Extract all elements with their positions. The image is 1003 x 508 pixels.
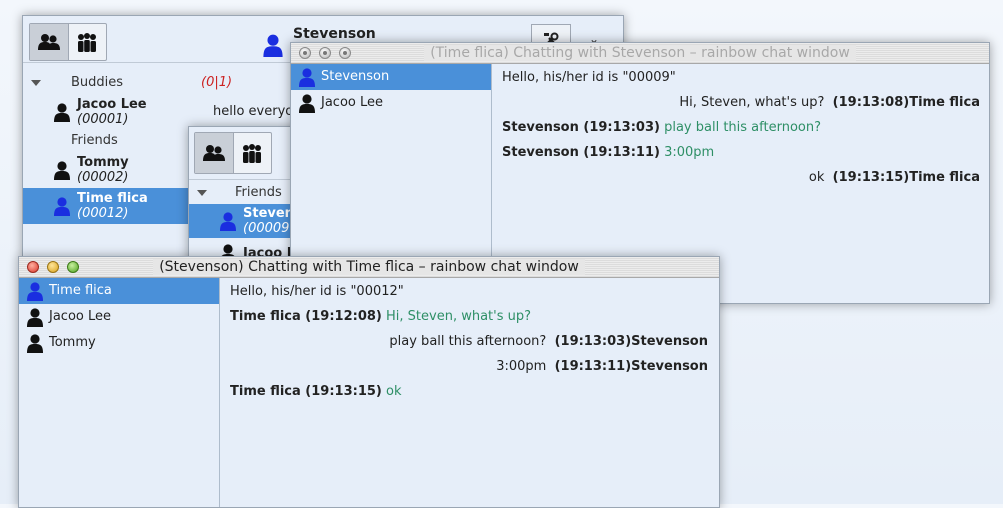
person-icon <box>219 211 237 231</box>
close-button[interactable] <box>27 261 39 273</box>
user-avatar-icon <box>261 33 285 61</box>
group-name: Buddies <box>71 75 124 90</box>
close-button[interactable] <box>299 47 311 59</box>
message-received: Time flica (19:13:15) ok <box>230 383 708 400</box>
message-sent: Hi, Steven, what's up? (19:13:08)Time fl… <box>502 94 980 111</box>
window-controls <box>299 47 351 59</box>
message-text: Hi, Steven, what's up? <box>679 95 825 110</box>
buddy-id: (00012) <box>77 206 129 221</box>
group-count: (0|1) <box>201 75 233 90</box>
person-icon <box>297 93 315 113</box>
person-icon <box>297 67 315 87</box>
groups-view-button[interactable] <box>234 133 272 173</box>
system-line: Hello, his/her id is "00012" <box>230 284 404 299</box>
group-people-icon <box>240 143 264 163</box>
buddy-name: Tommy <box>77 155 129 170</box>
group-people-icon <box>75 32 99 52</box>
person-icon <box>53 160 71 180</box>
person-icon <box>53 102 71 122</box>
group-name: Friends <box>71 133 118 148</box>
message-meta: Stevenson (19:13:03) <box>502 120 660 135</box>
groups-view-button[interactable] <box>69 24 107 60</box>
window-title: (Stevenson) Chatting with Time flica – r… <box>153 259 585 275</box>
person-icon <box>25 333 43 353</box>
chat-window-time-flica: (Stevenson) Chatting with Time flica – r… <box>18 256 720 508</box>
minimize-button[interactable] <box>319 47 331 59</box>
buddy-id: (00009 <box>243 221 290 236</box>
contact-name: Time flica <box>49 283 112 298</box>
contact-item[interactable]: Jacoo Lee <box>291 90 491 116</box>
message-meta: (19:13:15)Time flica <box>832 170 980 185</box>
group-name: Friends <box>235 185 282 200</box>
message-text: 3:00pm <box>496 359 547 374</box>
message-received: Time flica (19:12:08) Hi, Steven, what's… <box>230 308 708 325</box>
contact-name: Stevenson <box>321 69 390 84</box>
message-sent: play ball this afternoon? (19:13:03)Stev… <box>230 333 708 350</box>
message-text: play ball this afternoon? <box>389 334 547 349</box>
system-line: Hello, his/her id is "00009" <box>502 70 676 85</box>
message-text: Hi, Steven, what's up? <box>386 309 532 324</box>
maximize-button[interactable] <box>339 47 351 59</box>
message-text: ok <box>386 384 402 399</box>
title-bar[interactable]: (Stevenson) Chatting with Time flica – r… <box>19 257 719 278</box>
message-meta: (19:13:08)Time flica <box>832 95 980 110</box>
minimize-button[interactable] <box>47 261 59 273</box>
maximize-button[interactable] <box>67 261 79 273</box>
message-text: 3:00pm <box>664 145 715 160</box>
contact-name: Jacoo Lee <box>321 95 383 110</box>
contact-item-selected[interactable]: Time flica <box>19 278 219 304</box>
buddy-id: (00001) <box>77 112 129 127</box>
buddies-view-button[interactable] <box>195 133 234 173</box>
person-icon <box>53 196 71 216</box>
contact-name: Tommy <box>49 335 96 350</box>
message-meta: Stevenson (19:13:11) <box>502 145 660 160</box>
buddy-name: Jacoo Lee <box>77 97 147 112</box>
chat-messages: Hello, his/her id is "00012" Time flica … <box>230 283 708 503</box>
window-title: (Time flica) Chatting with Stevenson – r… <box>424 45 856 61</box>
two-people-icon <box>38 32 60 52</box>
message-sent: 3:00pm (19:13:11)Stevenson <box>230 358 708 375</box>
user-name: Stevenson <box>293 26 376 42</box>
contact-list: Time flica Jacoo Lee Tommy <box>19 278 220 507</box>
expand-triangle-icon[interactable] <box>197 190 207 196</box>
buddy-id: (00002) <box>77 170 129 185</box>
expand-triangle-icon[interactable] <box>31 80 41 86</box>
message-sent: ok (19:13:15)Time flica <box>502 169 980 186</box>
two-people-icon <box>203 143 225 163</box>
title-bar[interactable]: (Time flica) Chatting with Stevenson – r… <box>291 43 989 64</box>
buddy-name: Time flica <box>77 191 148 206</box>
message-text: ok <box>808 170 825 185</box>
message-meta: Time flica (19:13:15) <box>230 384 382 399</box>
message-meta: (19:13:11)Stevenson <box>554 359 708 374</box>
message-received: Stevenson (19:13:03) play ball this afte… <box>502 119 980 136</box>
contact-item-selected[interactable]: Stevenson <box>291 64 491 90</box>
contact-item[interactable]: Tommy <box>19 330 219 356</box>
message-meta: (19:13:03)Stevenson <box>554 334 708 349</box>
last-message-preview: hello everyo <box>213 104 294 119</box>
message-text: play ball this afternoon? <box>664 120 821 135</box>
buddies-view-button[interactable] <box>30 24 69 60</box>
view-toggle <box>194 132 272 174</box>
message-received: Stevenson (19:13:11) 3:00pm <box>502 144 980 161</box>
buddy-name: Steven <box>243 206 294 221</box>
view-toggle <box>29 23 107 61</box>
person-icon <box>25 307 43 327</box>
message-meta: Time flica (19:12:08) <box>230 309 382 324</box>
window-controls <box>27 261 79 273</box>
person-icon <box>25 281 43 301</box>
contact-item[interactable]: Jacoo Lee <box>19 304 219 330</box>
contact-name: Jacoo Lee <box>49 309 111 324</box>
